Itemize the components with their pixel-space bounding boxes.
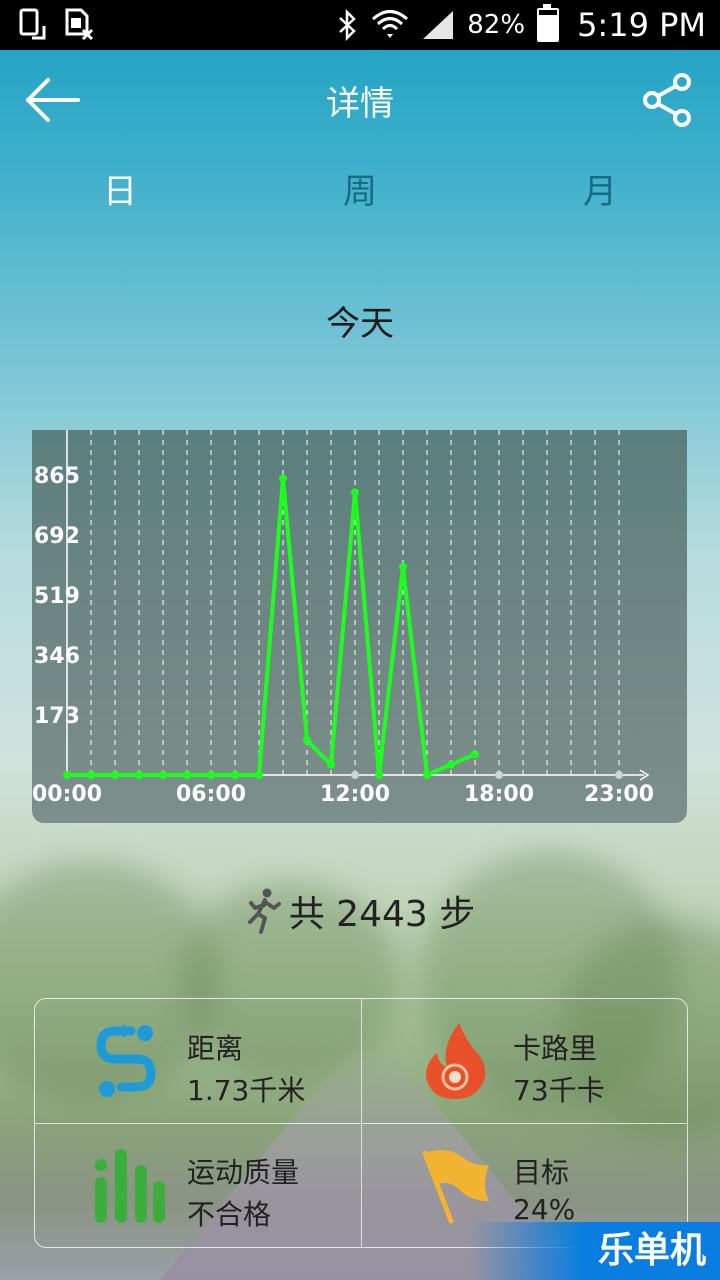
- data-point: [87, 771, 95, 779]
- stat-calories: 卡路里 73千卡: [361, 999, 687, 1123]
- data-point: [303, 736, 311, 745]
- x-tick-label: 00:00: [32, 782, 102, 807]
- data-point: [423, 771, 431, 779]
- tab-month[interactable]: 月: [480, 160, 720, 224]
- stats-card: 距离 1.73千米 卡路里 73千卡 运动质量 不合格 目标 24%: [34, 998, 688, 1248]
- quality-label: 运动质量: [187, 1156, 300, 1189]
- calories-value: 73千卡: [513, 1074, 605, 1107]
- data-point: [399, 562, 407, 571]
- data-point: [375, 771, 383, 779]
- bar-quality-icon: [95, 1149, 165, 1223]
- calories-label: 卡路里: [513, 1032, 598, 1065]
- steps-line: [67, 476, 476, 777]
- data-point: [135, 771, 143, 779]
- screen-rotate-icon: [19, 8, 46, 40]
- y-tick-label: 692: [34, 524, 80, 549]
- data-point: [351, 488, 359, 497]
- distance-label: 距离: [187, 1032, 244, 1065]
- data-point: [255, 771, 263, 779]
- goal-flag-icon: [422, 1150, 489, 1224]
- steps-total: 共 2443 步: [0, 885, 720, 937]
- x-tick-label: 06:00: [176, 782, 246, 807]
- x-tick-label: 12:00: [320, 782, 390, 807]
- data-point: [327, 760, 335, 769]
- data-point: [231, 771, 239, 779]
- status-bar: 82% 5:19 PM: [0, 0, 720, 50]
- sim-error-icon: [65, 8, 94, 40]
- stat-quality: 运动质量 不合格: [35, 1123, 361, 1247]
- battery-percent: 82%: [467, 10, 526, 40]
- running-person-icon: [247, 888, 281, 934]
- steps-chart: 865 692 519 346 173 00:00 06:00 12:00 18:00 23:00: [32, 430, 687, 823]
- battery-icon: [537, 4, 560, 42]
- data-point: [207, 771, 215, 779]
- wifi-icon: [372, 10, 409, 38]
- steps-chart-svg: 865 692 519 346 173 00:00 06:00 12:00 18:00 23:00: [32, 430, 654, 807]
- bluetooth-icon: [339, 9, 357, 41]
- x-tick-label: 18:00: [464, 782, 534, 807]
- y-tick-label: 865: [34, 464, 80, 489]
- distance-route-icon: [96, 1024, 156, 1097]
- signal-icon: [423, 11, 454, 39]
- data-point: [63, 771, 71, 779]
- data-point: [159, 771, 167, 779]
- quality-value: 不合格: [187, 1198, 272, 1231]
- watermark-logo: 乐单机: [470, 1222, 720, 1280]
- stat-distance: 距离 1.73千米: [35, 999, 361, 1123]
- data-point: [279, 474, 287, 483]
- y-tick-label: 173: [34, 704, 80, 729]
- tab-week[interactable]: 周: [240, 160, 480, 224]
- distance-value: 1.73千米: [187, 1074, 306, 1107]
- date-label: 今天: [326, 304, 394, 344]
- goal-label: 目标: [513, 1156, 570, 1189]
- y-tick-label: 519: [34, 584, 80, 609]
- data-point: [183, 771, 191, 779]
- data-point: [447, 760, 455, 769]
- y-tick-label: 346: [34, 644, 80, 669]
- x-tick-dot: [615, 771, 623, 779]
- x-tick-label: 23:00: [584, 782, 654, 807]
- share-icon[interactable]: [642, 72, 694, 128]
- x-tick-dot: [495, 771, 503, 779]
- tab-day[interactable]: 日: [0, 160, 240, 224]
- page-title: 详情: [326, 84, 394, 124]
- data-point: [471, 750, 479, 759]
- x-tick-dot: [351, 771, 359, 779]
- period-tabs: 日 周 月: [0, 160, 720, 224]
- steps-total-text: 共 2443 步: [288, 894, 476, 935]
- flame-icon: [426, 1023, 486, 1099]
- clock: 5:19 PM: [577, 6, 706, 44]
- app-bar: 详情: [0, 50, 720, 150]
- data-point: [111, 771, 119, 779]
